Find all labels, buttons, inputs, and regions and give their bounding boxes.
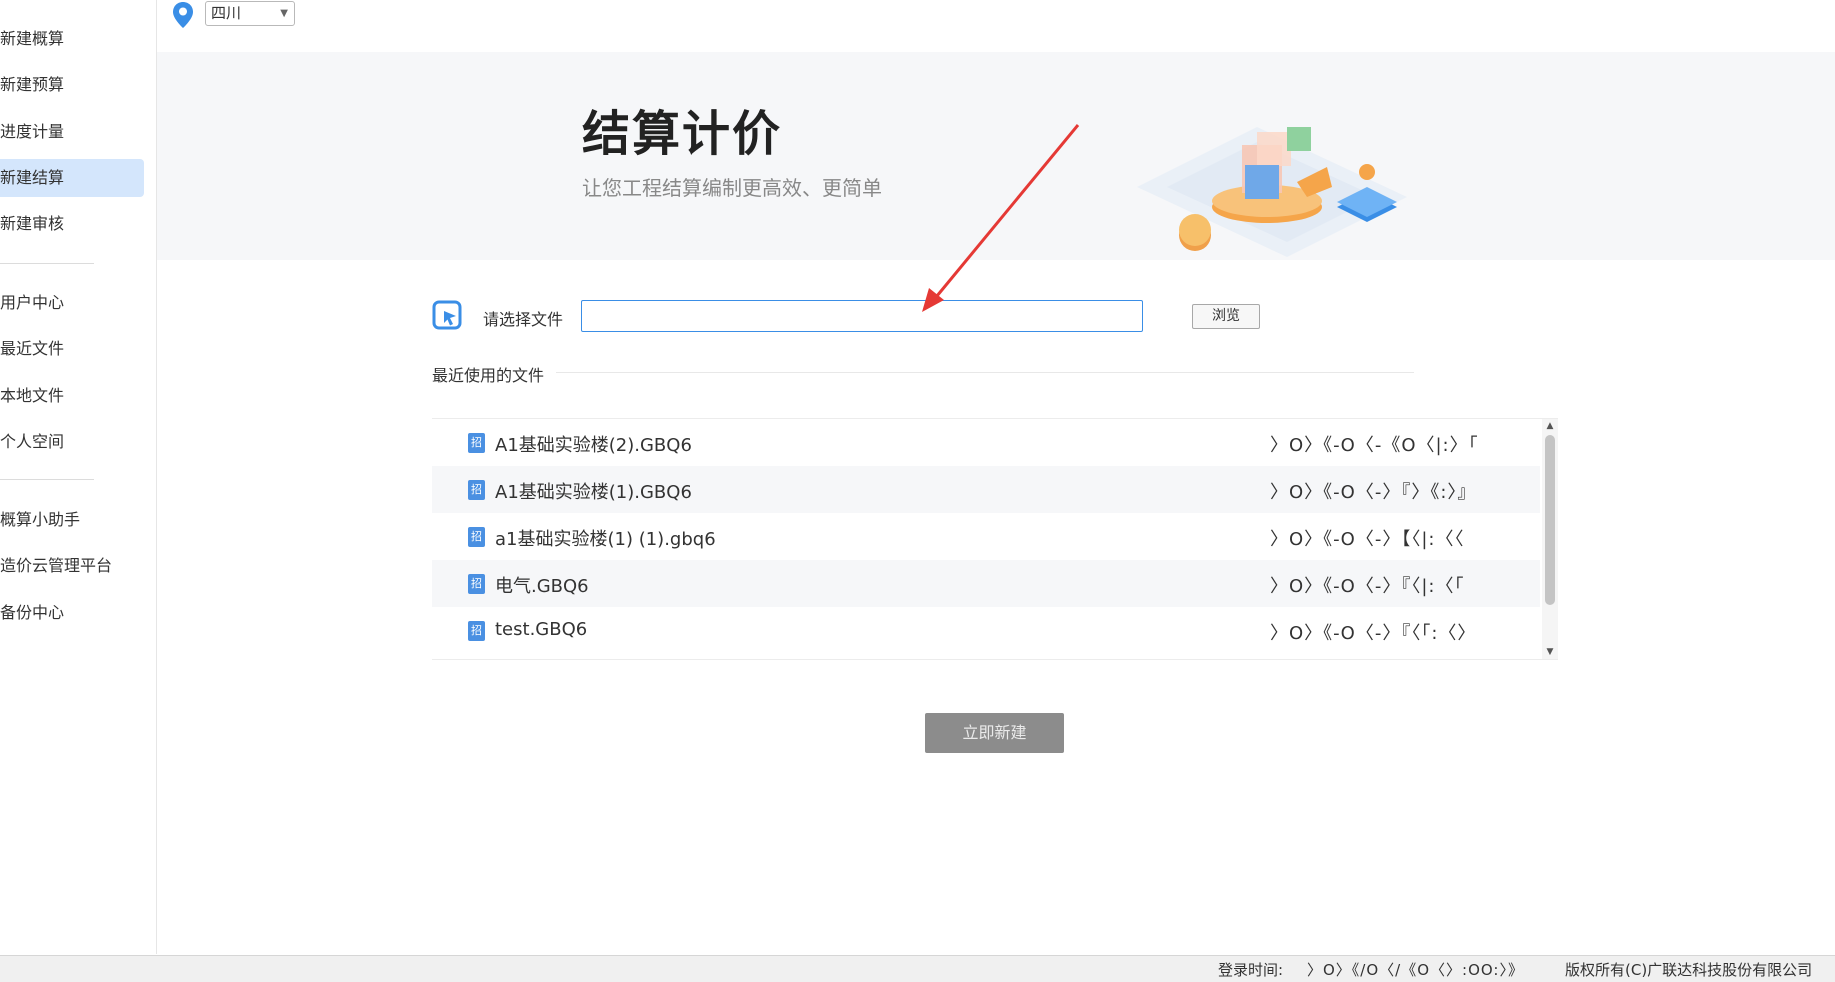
recent-files-divider <box>556 372 1414 373</box>
recent-files-scrollbar[interactable]: ▲ ▼ <box>1542 419 1558 659</box>
sidebar-item-recent-files[interactable]: 最近文件 <box>0 330 144 368</box>
select-file-icon <box>432 300 462 330</box>
sidebar-item-new-settlement[interactable]: 新建结算 <box>0 159 144 197</box>
gbq-file-icon: 招 <box>468 574 485 594</box>
province-select[interactable]: 四川 ▼ <box>205 1 295 26</box>
file-time: 〉O〉《-O〈-《O〈|:〉「 <box>1270 435 1479 456</box>
list-item[interactable]: 招 A1基础实验楼(1).GBQ6 〉O〉《-O〈-〉『〉《:〉』 <box>432 466 1540 513</box>
location-pin-icon <box>173 2 193 28</box>
sidebar-item-progress-measure[interactable]: 进度计量 <box>0 113 144 151</box>
gbq-file-icon: 招 <box>468 527 485 547</box>
list-item[interactable]: 招 a1基础实验楼(1) (1).gbq6 〉O〉《-O〈-〉【〈|:〈〈 <box>432 513 1540 560</box>
file-time: 〉O〉《-O〈-〉『〉《:〉』 <box>1270 482 1477 503</box>
gbq-file-icon: 招 <box>468 480 485 500</box>
sidebar-item-cost-cloud-platform[interactable]: 造价云管理平台 <box>0 547 144 585</box>
gbq-file-icon: 招 <box>468 433 485 453</box>
page-title: 结算计价 <box>582 106 783 162</box>
sidebar: 新建概算 新建预算 进度计量 新建结算 新建审核 用户中心 最近文件 本地文件 … <box>0 0 157 954</box>
page-subtitle: 让您工程结算编制更高效、更简单 <box>582 176 882 200</box>
sidebar-item-estimate-assistant[interactable]: 概算小助手 <box>0 501 144 539</box>
list-item[interactable]: 招 电气.GBQ6 〉O〉《-O〈-〉『〈|:〈「 <box>432 560 1540 607</box>
recent-files-list: 招 A1基础实验楼(2).GBQ6 〉O〉《-O〈-《O〈|:〉「 招 A1基础… <box>432 418 1558 660</box>
banner-illustration <box>1137 127 1407 257</box>
file-path-input[interactable] <box>581 300 1143 332</box>
file-time: 〉O〉《-O〈-〉【〈|:〈〈 <box>1270 529 1465 550</box>
recent-files-heading: 最近使用的文件 <box>432 366 545 385</box>
file-name: A1基础实验楼(1).GBQ6 <box>495 482 692 503</box>
list-item[interactable]: 招 test.GBQ6 〉O〉《-O〈-〉『〈「:〈〉 <box>432 607 1540 654</box>
file-time: 〉O〉《-O〈-〉『〈|:〈「 <box>1270 576 1465 597</box>
sidebar-item-new-estimate[interactable]: 新建概算 <box>0 20 144 58</box>
scroll-down-icon[interactable]: ▼ <box>1542 645 1558 659</box>
scroll-up-icon[interactable]: ▲ <box>1542 419 1558 433</box>
login-time-value: 〉O〉《/O〈/《O〈〉:OO:〉》 <box>1307 961 1524 979</box>
sidebar-item-backup-center[interactable]: 备份中心 <box>0 594 144 632</box>
file-time: 〉O〉《-O〈-〉『〈「:〈〉 <box>1270 623 1477 644</box>
gbq-file-icon: 招 <box>468 621 485 641</box>
file-name: a1基础实验楼(1) (1).gbq6 <box>495 529 716 550</box>
sidebar-item-new-budget[interactable]: 新建预算 <box>0 66 144 104</box>
hero-banner: 结算计价 让您工程结算编制更高效、更简单 <box>157 52 1835 260</box>
scrollbar-thumb[interactable] <box>1545 435 1555 605</box>
file-select-label: 请选择文件 <box>483 310 564 329</box>
list-item[interactable]: 招 A1基础实验楼(2).GBQ6 〉O〉《-O〈-《O〈|:〉「 <box>432 419 1540 466</box>
file-name: test.GBQ6 <box>495 619 588 640</box>
chevron-down-icon: ▼ <box>280 8 288 19</box>
province-select-value: 四川 <box>211 4 242 22</box>
status-bar: 登录时间: 〉O〉《/O〈/《O〈〉:OO:〉》 版权所有(C)广联达科技股份有… <box>0 955 1835 982</box>
sidebar-divider <box>0 479 94 480</box>
copyright-text: 版权所有(C)广联达科技股份有限公司 <box>1565 961 1813 979</box>
sidebar-item-user-center[interactable]: 用户中心 <box>0 284 144 322</box>
sidebar-divider <box>0 263 94 264</box>
file-name: A1基础实验楼(2).GBQ6 <box>495 435 692 456</box>
sidebar-item-new-audit[interactable]: 新建审核 <box>0 205 144 243</box>
login-time-label: 登录时间: <box>1218 961 1284 979</box>
file-name: 电气.GBQ6 <box>495 576 589 597</box>
create-now-button[interactable]: 立即新建 <box>925 713 1064 753</box>
sidebar-item-local-files[interactable]: 本地文件 <box>0 377 144 415</box>
browse-button[interactable]: 浏览 <box>1192 304 1260 329</box>
sidebar-item-personal-space[interactable]: 个人空间 <box>0 423 144 461</box>
